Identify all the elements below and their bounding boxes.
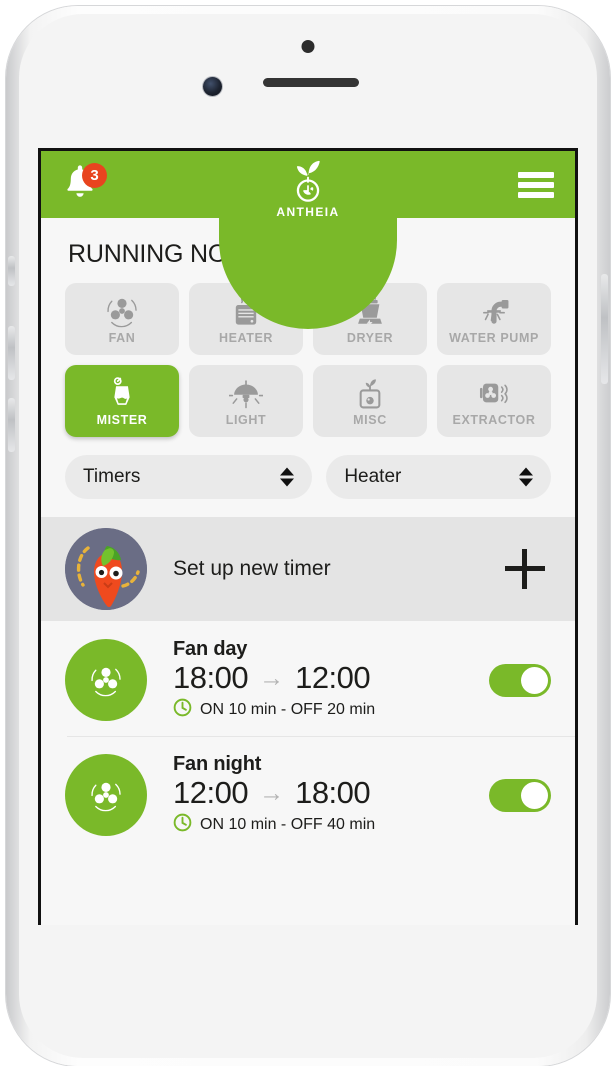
chevron-up-icon: [519, 467, 533, 476]
sprout-logo-icon: [296, 160, 320, 202]
set-up-new-timer-row[interactable]: Set up new timer: [41, 517, 575, 621]
carrot-mascot-avatar: [65, 528, 147, 610]
menu-bar-2: [518, 182, 554, 188]
timer-info: Fan night 12:00 → 18:00 ON 10 min - OFF 40 m…: [173, 753, 489, 837]
fan-icon: [105, 293, 139, 329]
timer-name: Fan day: [173, 638, 248, 660]
power-button[interactable]: [601, 274, 608, 384]
timer-schedule: ON 10 min - OFF 40 min: [173, 813, 489, 837]
plus-icon[interactable]: [505, 549, 545, 589]
chevron-up-icon: [280, 467, 295, 476]
device-tile-misc[interactable]: MISC: [313, 365, 427, 437]
timer-schedule-text: ON 10 min - OFF 40 min: [200, 816, 376, 833]
timer-times: 12:00 → 18:00: [173, 775, 489, 811]
timer-toggle[interactable]: [489, 778, 551, 812]
timer-start-time: 18:00: [173, 660, 249, 695]
device-tile-light[interactable]: LIGHT: [189, 365, 303, 437]
volume-down-button[interactable]: [8, 398, 15, 452]
device-select[interactable]: Heater: [326, 455, 551, 499]
mode-select-value: Timers: [83, 466, 141, 487]
misc-plant-icon: [355, 375, 385, 411]
device-tile-extractor[interactable]: EXTRACTOR: [437, 365, 551, 437]
extractor-icon: [477, 375, 511, 411]
filter-select-row: Timers Heater: [65, 455, 551, 499]
timer-info: Fan day 18:00 → 12:00 ON 10 min - OFF 20 min: [173, 638, 489, 722]
stepper-arrows-icon: [519, 467, 533, 487]
device-tile-label: MISTER: [96, 413, 148, 427]
hamburger-menu-icon[interactable]: [518, 172, 554, 198]
device-tile-label: EXTRACTOR: [452, 413, 536, 427]
earpiece-speaker-icon: [263, 78, 359, 87]
light-icon: [229, 375, 263, 411]
menu-bar-3: [518, 192, 554, 198]
timer-toggle[interactable]: [489, 663, 551, 697]
timer-end-time: 18:00: [295, 775, 371, 810]
device-tile-water-pump[interactable]: WATER PUMP: [437, 283, 551, 355]
notifications-button[interactable]: 3: [63, 163, 109, 207]
mute-switch-button[interactable]: [8, 256, 15, 286]
set-up-new-timer-label: Set up new timer: [173, 557, 331, 580]
clock-icon: [173, 698, 192, 722]
device-tile-fan[interactable]: FAN: [65, 283, 179, 355]
chevron-down-icon: [519, 478, 533, 487]
fan-icon: [65, 754, 147, 836]
timer-start-time: 12:00: [173, 775, 249, 810]
volume-up-button[interactable]: [8, 326, 15, 380]
stepper-arrows-icon: [280, 467, 295, 487]
device-tile-label: WATER PUMP: [449, 331, 539, 345]
arrow-right-icon: →: [259, 663, 285, 692]
app-header: 3 ANTHEIA: [41, 151, 575, 329]
device-tile-label: HEATER: [218, 331, 274, 345]
fan-icon: [65, 639, 147, 721]
menu-bar-1: [518, 172, 554, 178]
toggle-knob: [521, 666, 548, 694]
mode-select[interactable]: Timers: [65, 455, 313, 499]
timer-times: 18:00 → 12:00: [173, 660, 489, 696]
water-pump-icon: [477, 293, 511, 329]
timer-schedule-text: ON 10 min - OFF 20 min: [200, 701, 376, 718]
toggle-knob: [521, 781, 548, 809]
clock-icon: [173, 813, 192, 837]
device-tile-label: MISC: [353, 413, 387, 427]
device-tile-label: FAN: [108, 331, 136, 345]
device-tile-mister[interactable]: MISTER: [65, 365, 179, 437]
mister-icon: [106, 375, 138, 411]
device-tile-label: DRYER: [346, 331, 394, 345]
timer-end-time: 12:00: [295, 660, 371, 695]
app-screen: 3 ANTHEIA RUNNING NOW: FAN HEATER DRYER WAT…: [38, 148, 578, 925]
proximity-sensor-icon: [301, 40, 315, 53]
chevron-down-icon: [280, 478, 295, 487]
front-camera-icon: [203, 77, 222, 96]
timer-list: Fan day 18:00 → 12:00 ON 10 min - OFF 20 min…: [41, 621, 575, 851]
brand-logo: ANTHEIA: [219, 151, 397, 329]
brand-name: ANTHEIA: [276, 205, 340, 219]
timer-row[interactable]: Fan night 12:00 → 18:00 ON 10 min - OFF 40 m…: [41, 736, 575, 851]
timer-schedule: ON 10 min - OFF 20 min: [173, 698, 489, 722]
device-tile-label: LIGHT: [225, 413, 267, 427]
device-select-value: Heater: [344, 466, 402, 487]
timer-name: Fan night: [173, 753, 262, 775]
arrow-right-icon: →: [259, 778, 285, 807]
notification-badge: 3: [82, 163, 107, 188]
timer-row[interactable]: Fan day 18:00 → 12:00 ON 10 min - OFF 20 min: [41, 621, 575, 736]
